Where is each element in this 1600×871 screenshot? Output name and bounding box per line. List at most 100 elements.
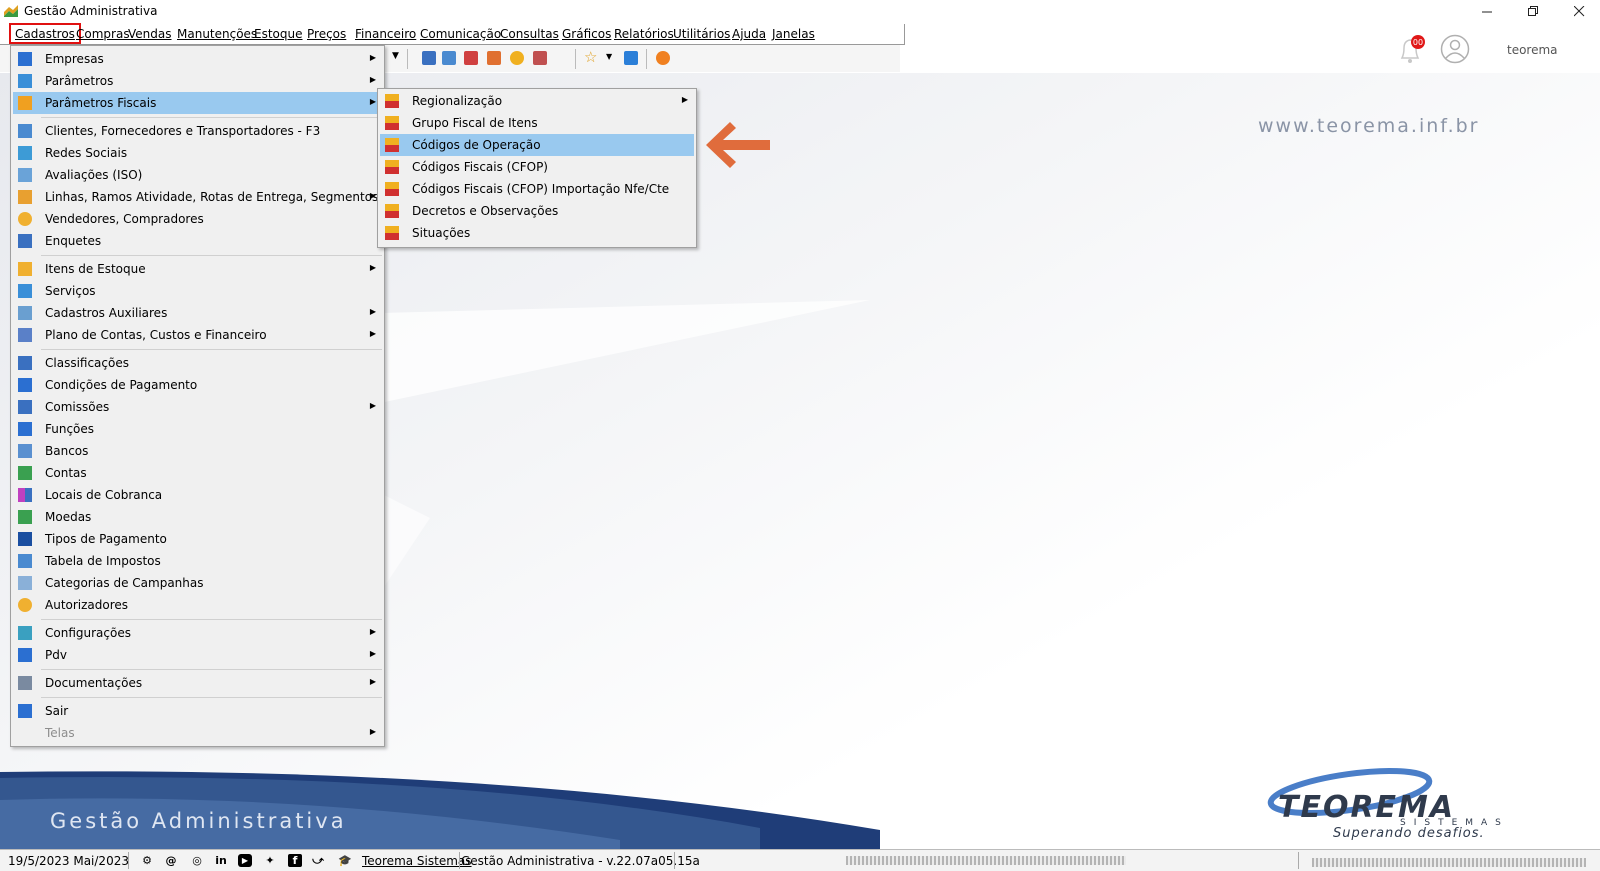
submenu-arrow-icon: ▶: [369, 401, 376, 410]
user-avatar-icon[interactable]: [1440, 34, 1470, 64]
status-licensee-blurred: [846, 856, 1126, 865]
lock-icon[interactable]: [510, 51, 524, 65]
submenu-item-codigos-operacao[interactable]: Códigos de Operação: [380, 134, 694, 156]
menu-item-tipos-pagamento[interactable]: Tipos de Pagamento: [13, 528, 382, 550]
menu-utilitarios[interactable]: Utilitários: [673, 27, 730, 41]
close-button[interactable]: [1556, 0, 1600, 23]
ledger-icon: [18, 328, 32, 342]
menu-item-locais-cobranca[interactable]: Locais de Cobranca: [13, 484, 382, 506]
menu-item-contas[interactable]: Contas: [13, 462, 382, 484]
menu-manutencoes[interactable]: Manutenções: [177, 27, 257, 41]
menu-janelas[interactable]: Janelas: [772, 27, 815, 41]
teorema-sistemas-link[interactable]: Teorema Sistemas: [362, 854, 472, 868]
menu-item-vendedores[interactable]: Vendedores, Compradores: [13, 208, 382, 230]
menu-item-clientes[interactable]: Clientes, Fornecedores e Transportadores…: [13, 120, 382, 142]
twitter-icon[interactable]: ✦: [263, 854, 277, 867]
tax-icon: [385, 204, 399, 218]
menu-item-itens-estoque[interactable]: Itens de Estoque ▶: [13, 258, 382, 280]
menu-item-configuracoes[interactable]: Configurações ▶: [13, 622, 382, 644]
menu-item-bancos[interactable]: Bancos: [13, 440, 382, 462]
menu-item-sair[interactable]: Sair: [13, 700, 382, 722]
menu-vendas[interactable]: Vendas: [128, 27, 172, 41]
calendar-30-icon[interactable]: [464, 51, 478, 65]
settings-icon[interactable]: ⚙: [140, 854, 154, 867]
menu-item-plano-contas[interactable]: Plano de Contas, Custos e Financeiro ▶: [13, 324, 382, 346]
menu-cadastros[interactable]: Cadastros: [9, 23, 81, 44]
menu-item-documentacoes[interactable]: Documentações ▶: [13, 672, 382, 694]
menu-graficos[interactable]: Gráficos: [562, 27, 611, 41]
menu-consultas[interactable]: Consultas: [500, 27, 559, 41]
aux-icon: [18, 306, 32, 320]
menu-item-empresas[interactable]: Empresas ▶: [13, 48, 382, 70]
youtube-icon[interactable]: ▶: [238, 854, 252, 867]
menu-item-avaliacoes[interactable]: Avaliações (ISO): [13, 164, 382, 186]
submenu-item-situacoes[interactable]: Situações: [380, 222, 694, 244]
exit-icon: [18, 704, 32, 718]
bell-icon[interactable]: 00: [1396, 34, 1426, 66]
menu-estoque[interactable]: Estoque: [254, 27, 303, 41]
menu-item-parametros-fiscais[interactable]: Parâmetros Fiscais ▶: [13, 92, 382, 114]
facebook-icon[interactable]: f: [288, 854, 302, 867]
schedule-icon[interactable]: [487, 51, 501, 65]
toolbar-separator: [646, 49, 647, 69]
menu-item-autorizadores[interactable]: Autorizadores: [13, 594, 382, 616]
menu-compras[interactable]: Compras: [76, 27, 130, 41]
menu-item-comissoes[interactable]: Comissões ▶: [13, 396, 382, 418]
menu-item-servicos[interactable]: Serviços: [13, 280, 382, 302]
close-icon: [1573, 6, 1584, 17]
menu-item-categorias-campanhas[interactable]: Categorias de Campanhas: [13, 572, 382, 594]
toolbar-separator: [407, 49, 408, 69]
at-icon[interactable]: @: [164, 854, 178, 867]
monitor-icon: [18, 648, 32, 662]
dollar-icon: [18, 378, 32, 392]
menu-comunicacao[interactable]: Comunicação: [420, 27, 501, 41]
submenu-item-cfop-importacao[interactable]: Códigos Fiscais (CFOP) Importação Nfe/Ct…: [380, 178, 694, 200]
menu-item-linhas-ramos[interactable]: Linhas, Ramos Atividade, Rotas de Entreg…: [13, 186, 382, 208]
menu-financeiro[interactable]: Financeiro: [355, 27, 416, 41]
restore-icon: [1527, 6, 1538, 16]
report-icon[interactable]: [533, 51, 547, 65]
menu-item-enquetes[interactable]: Enquetes: [13, 230, 382, 252]
menu-ajuda[interactable]: Ajuda: [732, 27, 766, 41]
graduation-cap-icon[interactable]: 🎓: [338, 854, 352, 867]
status-bar: 19/5/2023 Mai/2023 ⚙ @ ◎ in ▶ ✦ f ⤻ 🎓 Te…: [0, 849, 1600, 871]
menu-item-condicoes-pagamento[interactable]: Condições de Pagamento: [13, 374, 382, 396]
calculator-icon[interactable]: [442, 51, 456, 65]
minimize-button[interactable]: [1464, 0, 1510, 23]
submenu-item-grupo-fiscal[interactable]: Grupo Fiscal de Itens: [380, 112, 694, 134]
menu-relatorios[interactable]: Relatórios: [614, 27, 674, 41]
submenu-arrow-icon: ▶: [369, 329, 376, 338]
banner-title: Gestão Administrativa: [50, 809, 347, 833]
submenu-item-cfop[interactable]: Códigos Fiscais (CFOP): [380, 156, 694, 178]
swoosh-icon[interactable]: ⤻: [311, 854, 325, 867]
menu-item-pdv[interactable]: Pdv ▶: [13, 644, 382, 666]
tax-icon: [385, 116, 399, 130]
submenu-item-decretos[interactable]: Decretos e Observações: [380, 200, 694, 222]
power-icon[interactable]: [656, 51, 670, 65]
function-icon: [18, 422, 32, 436]
menu-item-tabela-impostos[interactable]: Tabela de Impostos: [13, 550, 382, 572]
menu-precos[interactable]: Preços: [307, 27, 346, 41]
chevron-down-icon[interactable]: ▼: [606, 52, 612, 61]
tree-icon: [18, 190, 32, 204]
menu-item-moedas[interactable]: Moedas: [13, 506, 382, 528]
submenu-item-regionalizacao[interactable]: Regionalização ▶: [380, 90, 694, 112]
instagram-icon[interactable]: ◎: [190, 854, 204, 867]
submenu-arrow-icon: ▶: [369, 97, 376, 106]
menu-item-funcoes[interactable]: Funções: [13, 418, 382, 440]
status-date: 19/5/2023 Mai/2023: [8, 854, 129, 868]
star-icon[interactable]: ☆: [584, 48, 597, 66]
status-separator: [1298, 852, 1299, 869]
menu-item-redes-sociais[interactable]: Redes Sociais: [13, 142, 382, 164]
window-icon[interactable]: [624, 51, 638, 65]
linkedin-icon[interactable]: in: [214, 854, 228, 867]
table-icon: [18, 168, 32, 182]
menu-item-cadastros-auxiliares[interactable]: Cadastros Auxiliares ▶: [13, 302, 382, 324]
parametros-fiscais-submenu: Regionalização ▶ Grupo Fiscal de Itens Có…: [377, 88, 697, 248]
restore-button[interactable]: [1510, 0, 1556, 23]
tax-table-icon: [18, 554, 32, 568]
menu-item-classificacoes[interactable]: Classificações: [13, 352, 382, 374]
dropdown-chevron-icon[interactable]: ▼: [392, 51, 399, 61]
menu-item-parametros[interactable]: Parâmetros ▶: [13, 70, 382, 92]
calendar-icon[interactable]: [422, 51, 436, 65]
